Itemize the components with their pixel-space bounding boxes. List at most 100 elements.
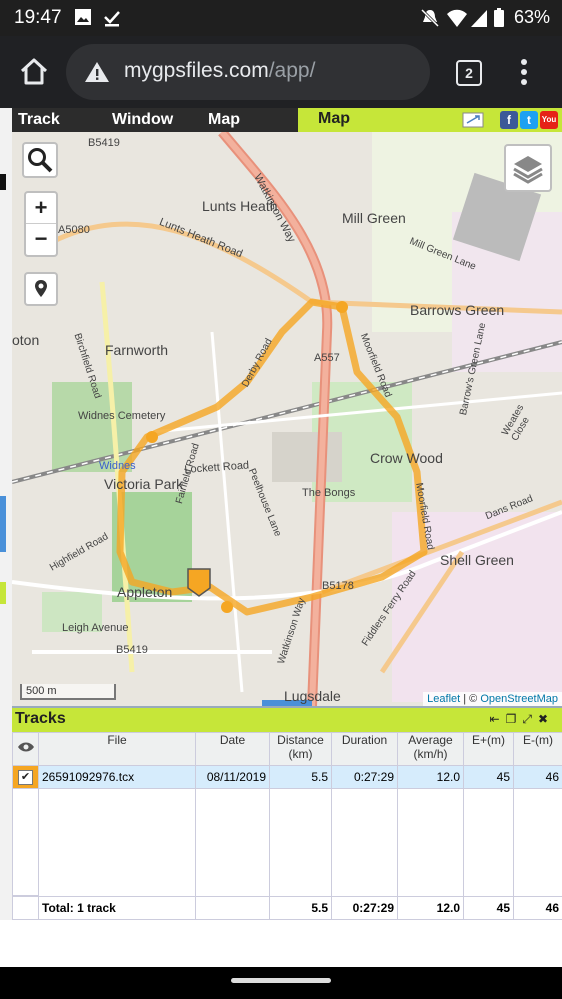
total-date <box>195 895 270 920</box>
column-elevation-gain[interactable]: E+(m) <box>463 732 514 766</box>
map-label: Appleton <box>117 584 173 600</box>
map-panel-header: Map f t You <box>298 108 562 132</box>
warning-icon[interactable] <box>84 60 110 89</box>
status-bar: 19:47 63% <box>0 0 562 36</box>
map-label: B5178 <box>322 580 354 592</box>
tracks-table-header: File Date Distance (km) Duration Average… <box>12 732 562 766</box>
menu-bar: Track Window Map Map f t You <box>12 108 562 132</box>
map-label: Widnes Cemetery <box>78 410 166 422</box>
more-options-icon[interactable] <box>520 58 528 91</box>
track-elevation-gain: 45 <box>463 765 514 789</box>
locate-button[interactable] <box>24 272 58 306</box>
facebook-icon[interactable]: f <box>500 111 518 129</box>
fullscreen-icon[interactable] <box>462 112 484 133</box>
total-elevation-gain: 45 <box>463 895 514 920</box>
map-search-button[interactable] <box>22 142 58 178</box>
empty-cell <box>38 788 196 897</box>
status-time: 19:47 <box>14 7 62 28</box>
system-navigation-bar <box>0 967 562 999</box>
home-icon[interactable] <box>18 56 50 88</box>
track-average: 12.0 <box>397 765 464 789</box>
map-label: Shell Green <box>440 552 514 568</box>
track-elevation-loss: 46 <box>513 765 562 789</box>
table-row[interactable]: ✔ 26591092976.tcx 08/11/2019 5.5 0:27:29… <box>12 765 562 789</box>
layers-button[interactable] <box>504 144 552 192</box>
expand-icon[interactable]: ⤢ <box>522 712 538 726</box>
attribution-separator: | © <box>460 693 481 705</box>
layers-icon <box>512 152 544 189</box>
map-label: Farnworth <box>105 342 169 358</box>
tracks-panel-header: Tracks ⇤❐⤢✖ <box>12 708 562 732</box>
url-path: /app/ <box>268 59 316 82</box>
map-attribution: Leaflet | © OpenStreetMap <box>423 692 562 706</box>
map-label: Mill Green <box>342 210 406 226</box>
empty-cell <box>12 788 39 897</box>
column-file[interactable]: File <box>38 732 196 766</box>
column-average[interactable]: Average (km/h) <box>397 732 464 766</box>
magnifier-icon <box>27 147 53 178</box>
track-visibility-cell[interactable]: ✔ <box>12 765 39 789</box>
total-average: 12.0 <box>397 895 464 920</box>
empty-cell <box>269 788 332 897</box>
gallery-icon <box>74 8 92 31</box>
map-view[interactable]: B5419 Lunts Heath Watkinson Way Mill Green A… <box>12 132 562 708</box>
track-date: 08/11/2019 <box>195 765 270 789</box>
empty-cell <box>195 788 270 897</box>
map-label: B5419 <box>116 644 148 656</box>
column-duration[interactable]: Duration <box>331 732 398 766</box>
map-label: B5419 <box>88 137 120 149</box>
openstreetmap-link[interactable]: OpenStreetMap <box>480 693 558 705</box>
table-empty-area <box>12 788 562 897</box>
column-date[interactable]: Date <box>195 732 270 766</box>
track-distance: 5.5 <box>269 765 332 789</box>
total-duration: 0:27:29 <box>331 895 398 920</box>
tracks-panel-title: Tracks <box>15 710 66 727</box>
empty-cell <box>397 788 464 897</box>
map-label: Leigh Avenue <box>62 622 129 634</box>
restore-icon[interactable]: ❐ <box>506 712 523 726</box>
map-label: Lugsdale <box>284 688 341 704</box>
zoom-control: + − <box>24 191 58 257</box>
map-label: Victoria Park <box>104 476 184 492</box>
visibility-column[interactable] <box>12 732 39 766</box>
twitter-icon[interactable]: t <box>520 111 538 129</box>
home-gesture-pill[interactable] <box>231 978 331 983</box>
browser-toolbar: mygpsfiles.com/app/ 2 <box>0 36 562 108</box>
url-text[interactable]: mygpsfiles.com/app/ <box>124 59 315 83</box>
map-label: A5080 <box>58 224 90 236</box>
collapse-icon[interactable]: ⇤ <box>490 712 506 726</box>
zoom-out-button[interactable]: − <box>26 224 56 254</box>
empty-cell <box>463 788 514 897</box>
total-blank <box>12 895 39 920</box>
panel-window-controls: ⇤❐⤢✖ <box>490 712 555 727</box>
signal-icon <box>470 8 488 33</box>
menu-map[interactable]: Map <box>208 111 240 129</box>
tab-switcher-button[interactable]: 2 <box>456 60 482 86</box>
total-label: Total: 1 track <box>38 895 196 920</box>
track-file: 26591092976.tcx <box>38 765 196 789</box>
youtube-icon[interactable]: You <box>540 111 558 129</box>
map-label: Widnes <box>99 460 136 472</box>
map-panel-title: Map <box>318 110 350 127</box>
address-bar[interactable]: mygpsfiles.com/app/ <box>66 44 430 100</box>
track-visible-checkbox[interactable]: ✔ <box>18 770 33 785</box>
map-scale: 500 m <box>20 684 116 700</box>
tracks-table: File Date Distance (km) Duration Average… <box>12 732 562 920</box>
eye-icon <box>17 742 35 756</box>
zoom-in-button[interactable]: + <box>26 193 56 224</box>
map-label: The Bongs <box>302 487 356 499</box>
wifi-icon <box>446 8 468 33</box>
column-distance[interactable]: Distance (km) <box>269 732 332 766</box>
mute-icon <box>420 8 440 33</box>
leaflet-link[interactable]: Leaflet <box>427 693 460 705</box>
map-label: Barrows Green <box>410 302 505 318</box>
map-label: A557 <box>314 352 340 364</box>
map-label: Crow Wood <box>370 450 443 466</box>
gps-app: Track Window Map Map f t You B5419 Lunts… <box>12 108 562 920</box>
total-elevation-loss: 46 <box>513 895 562 920</box>
column-elevation-loss[interactable]: E-(m) <box>513 732 562 766</box>
menu-track[interactable]: Track <box>18 111 60 129</box>
close-icon[interactable]: ✖ <box>538 712 554 726</box>
menu-window[interactable]: Window <box>112 111 173 129</box>
location-pin-icon <box>34 279 48 304</box>
